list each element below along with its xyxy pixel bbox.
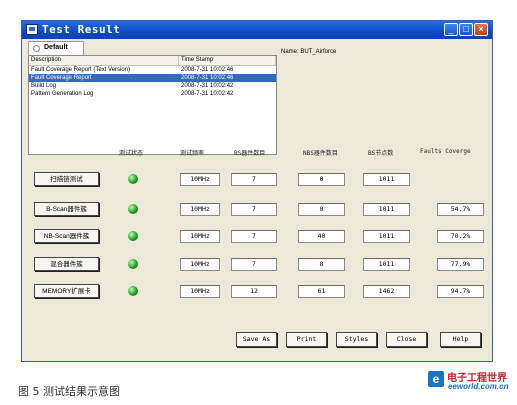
nbs-count-field[interactable]: 61 bbox=[298, 285, 345, 298]
b-scan-cluster-button[interactable]: B-Scan器件簇 bbox=[34, 202, 99, 216]
bs-nodes-field[interactable]: 1011 bbox=[363, 258, 410, 271]
maximize-button[interactable]: □ bbox=[459, 23, 473, 36]
minimize-button[interactable]: _ bbox=[444, 23, 458, 36]
log-row[interactable]: Fault Coverage Report (Text Version) 200… bbox=[29, 66, 276, 74]
tab-default[interactable]: Default bbox=[28, 41, 84, 55]
title-bar[interactable]: Test Result _ □ × bbox=[22, 21, 492, 39]
scan-chain-test-button[interactable]: 扫描链测试 bbox=[34, 172, 99, 186]
log-row-selected[interactable]: Fault Coverage Report 2008-7-31 10:02:46 bbox=[29, 74, 276, 82]
nbs-count-field[interactable]: 0 bbox=[298, 203, 345, 216]
log-table: Description Time Stamp Fault Coverage Re… bbox=[28, 55, 277, 155]
memory-card-button[interactable]: MEMORY扩展卡 bbox=[34, 284, 99, 298]
log-description: Fault Coverage Report (Text Version) bbox=[31, 67, 131, 73]
column-header-description[interactable]: Description bbox=[29, 56, 179, 65]
coverage-field[interactable]: 94.7% bbox=[437, 285, 484, 298]
frequency-field[interactable]: 10MHz bbox=[180, 173, 220, 186]
print-button[interactable]: Print bbox=[286, 332, 327, 347]
header-test-status: 测试状态 bbox=[119, 150, 144, 157]
eeworld-logo-icon: e bbox=[428, 371, 444, 387]
save-as-button[interactable]: Save As bbox=[236, 332, 277, 347]
bs-count-field[interactable]: 7 bbox=[231, 258, 277, 271]
coverage-field[interactable]: 77.9% bbox=[437, 258, 484, 271]
bs-count-field[interactable]: 12 bbox=[231, 285, 277, 298]
bs-count-field[interactable]: 7 bbox=[231, 173, 277, 186]
status-led-icon bbox=[128, 231, 138, 241]
nbs-count-field[interactable]: 40 bbox=[298, 230, 345, 243]
header-test-frequency: 测试频率 bbox=[180, 150, 205, 157]
coverage-field[interactable]: 70.2% bbox=[437, 230, 484, 243]
nbs-count-field[interactable]: 8 bbox=[298, 258, 345, 271]
figure-caption: 图 5 测试结果示意图 bbox=[18, 385, 120, 398]
app-icon bbox=[26, 24, 38, 35]
header-bs-count: BS器件数目 bbox=[234, 150, 266, 157]
frequency-field[interactable]: 10MHz bbox=[180, 203, 220, 216]
bs-count-field[interactable]: 7 bbox=[231, 203, 277, 216]
nb-scan-cluster-button[interactable]: NB-Scan器件簇 bbox=[34, 229, 99, 243]
nbs-count-field[interactable]: 0 bbox=[298, 173, 345, 186]
log-description: Pattern Generation Log bbox=[31, 91, 94, 97]
test-result-window: Test Result _ □ × Default Description Ti… bbox=[21, 20, 493, 362]
column-header-time-stamp[interactable]: Time Stamp bbox=[179, 56, 276, 65]
log-time-stamp: 2008-7-31 10:02:42 bbox=[181, 83, 234, 89]
styles-button[interactable]: Styles bbox=[336, 332, 377, 347]
log-row[interactable]: Build Log 2008-7-31 10:02:42 bbox=[29, 82, 276, 90]
log-time-stamp: 2008-7-31 10:02:46 bbox=[181, 75, 234, 81]
header-bs-nodes: BS节点数 bbox=[368, 150, 394, 157]
status-led-icon bbox=[128, 286, 138, 296]
bs-nodes-field[interactable]: 1011 bbox=[363, 203, 410, 216]
radio-icon bbox=[33, 45, 40, 52]
status-led-icon bbox=[128, 204, 138, 214]
bs-nodes-field[interactable]: 1011 bbox=[363, 230, 410, 243]
tab-label: Default bbox=[44, 44, 68, 51]
close-window-button[interactable]: × bbox=[474, 23, 488, 36]
header-fault-coverage: Faults Coverge bbox=[420, 148, 471, 155]
window-title: Test Result bbox=[42, 23, 121, 36]
log-table-header: Description Time Stamp bbox=[29, 56, 276, 66]
header-nbs-count: NBS器件数目 bbox=[303, 150, 338, 157]
log-description: Fault Coverage Report bbox=[31, 75, 92, 81]
status-led-icon bbox=[128, 174, 138, 184]
bs-nodes-field[interactable]: 1462 bbox=[363, 285, 410, 298]
log-time-stamp: 2008-7-31 10:02:46 bbox=[181, 67, 234, 73]
log-row[interactable]: Pattern Generation Log 2008-7-31 10:02:4… bbox=[29, 90, 276, 98]
frequency-field[interactable]: 10MHz bbox=[180, 230, 220, 243]
frequency-field[interactable]: 10MHz bbox=[180, 258, 220, 271]
log-time-stamp: 2008-7-31 10:02:42 bbox=[181, 91, 234, 97]
name-label: Name: BUT_Airforce bbox=[281, 49, 337, 55]
bs-nodes-field[interactable]: 1011 bbox=[363, 173, 410, 186]
frequency-field[interactable]: 10MHz bbox=[180, 285, 220, 298]
status-led-icon bbox=[128, 259, 138, 269]
close-button[interactable]: Close bbox=[386, 332, 427, 347]
help-button[interactable]: Help bbox=[440, 332, 481, 347]
log-description: Build Log bbox=[31, 83, 57, 89]
coverage-field[interactable]: 54.7% bbox=[437, 203, 484, 216]
bs-count-field[interactable]: 7 bbox=[231, 230, 277, 243]
watermark-en: eeworld.com.cn bbox=[448, 382, 509, 391]
mixed-cluster-button[interactable]: 混合器件簇 bbox=[34, 257, 99, 271]
